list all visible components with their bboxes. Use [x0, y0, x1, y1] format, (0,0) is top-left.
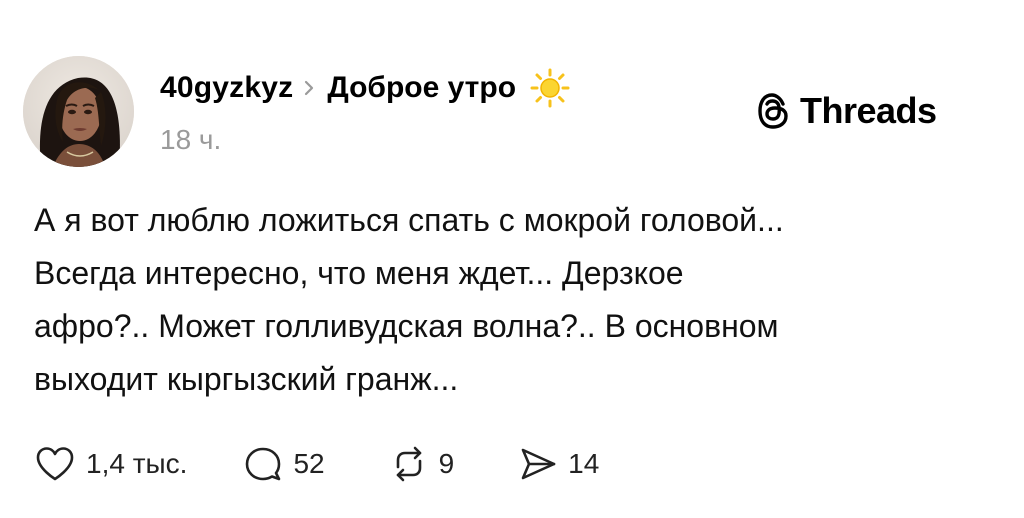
post-body: А я вот люблю ложиться спать с мокрой го… [34, 194, 994, 406]
post-text-line: афро?.. Может голливудская волна?.. В ос… [34, 308, 779, 344]
post-text-line: Всегда интересно, что меня ждет... Дерзк… [34, 255, 684, 291]
author-username[interactable]: 40gyzkyz [160, 71, 293, 105]
send-icon [521, 448, 556, 480]
chevron-right-icon [303, 79, 315, 97]
threads-brand-name: Threads [800, 90, 937, 131]
like-button[interactable]: 1,4 тыс. [34, 445, 187, 483]
repost-icon [396, 446, 421, 482]
threads-logo-icon [756, 92, 790, 130]
repost-button[interactable]: 9 [389, 445, 455, 483]
share-button[interactable]: 14 [518, 445, 599, 483]
threads-brand: Threads [756, 89, 937, 133]
comment-icon [246, 447, 281, 481]
post-text-line: выходит кыргызский гранж... [34, 361, 459, 397]
sun-emoji-icon [530, 68, 570, 108]
author-avatar[interactable] [23, 56, 134, 167]
like-count: 1,4 тыс. [86, 448, 188, 479]
post-text-line: А я вот люблю ложиться спать с мокрой го… [34, 202, 784, 238]
heart-icon [36, 447, 74, 481]
post-timestamp: 18 ч. [160, 124, 222, 155]
topic-tag[interactable]: Доброе утро [327, 71, 516, 105]
reply-count: 52 [293, 448, 325, 479]
share-count: 14 [568, 448, 600, 479]
threads-post-card: 40gyzkyz Доброе утро 18 ч. Threads А я в… [0, 0, 1024, 518]
post-actions: 1,4 тыс. 52 9 14 [34, 444, 599, 484]
avatar-photo [23, 56, 134, 167]
post-header: 40gyzkyz Доброе утро [160, 66, 570, 110]
reply-button[interactable]: 52 [243, 445, 325, 483]
repost-count: 9 [438, 448, 455, 479]
